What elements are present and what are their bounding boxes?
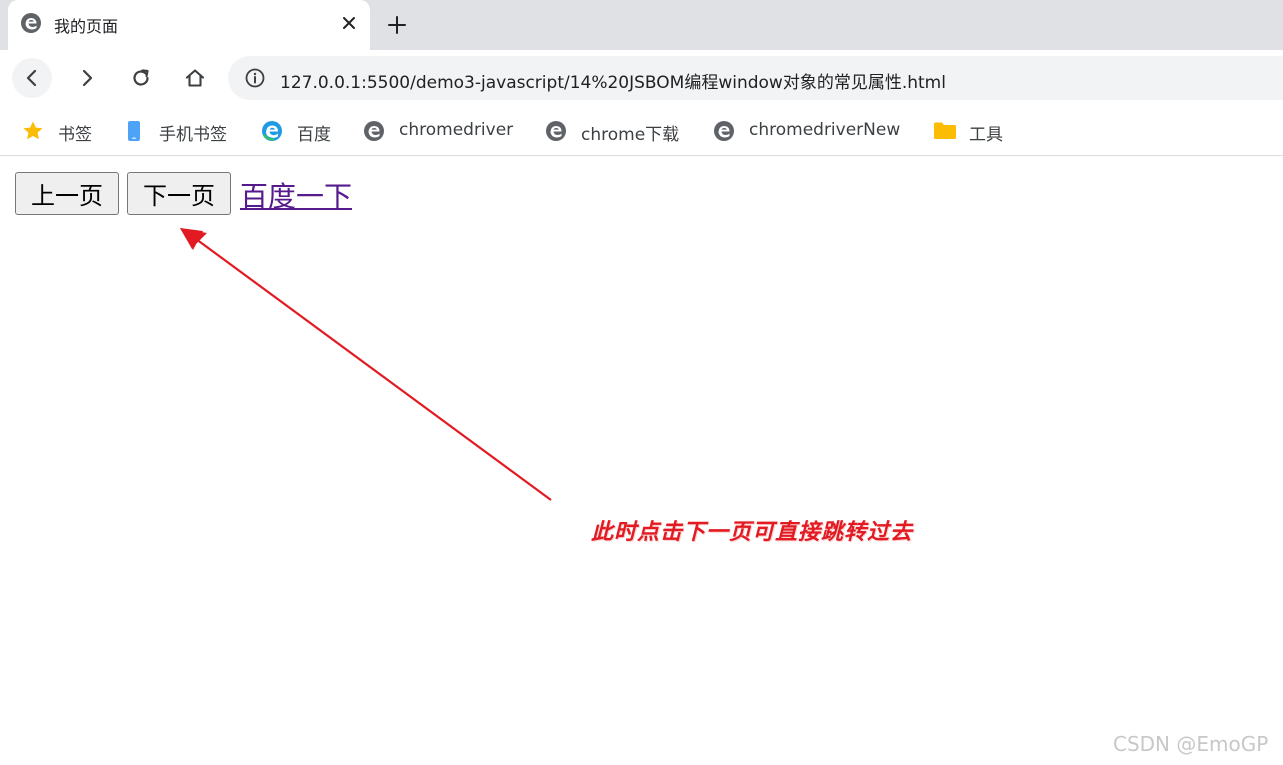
page-content: 上一页 下一页 百度一下 此时点击下一页可直接跳转过去 CSDN @EmoGP (0, 157, 1283, 765)
info-icon[interactable] (244, 67, 266, 89)
bookmark-label: 工具 (969, 125, 1003, 145)
bookmark-label: 百度 (297, 125, 331, 145)
bookmark-label: 书签 (58, 125, 92, 145)
forward-button[interactable] (67, 58, 107, 98)
annotation-text: 此时点击下一页可直接跳转过去 (591, 519, 914, 545)
bookmark-item-chromedriver-new[interactable]: chromedriverNew (713, 116, 913, 146)
new-tab-plus-icon[interactable] (384, 12, 410, 38)
bookmarks-bar: 书签 手机书签 百度 chromedriver chrome下载 chromed… (0, 106, 1283, 156)
reload-icon (133, 69, 149, 86)
toolbar: 127.0.0.1:5500/demo3-javascript/14%20JSB… (0, 50, 1283, 106)
close-icon[interactable] (338, 12, 360, 34)
edge-e-icon (364, 121, 384, 141)
bookmark-label: chromedriver (399, 120, 514, 140)
bookmark-item-bookmarks[interactable]: 书签 (22, 116, 102, 146)
reload-button[interactable] (121, 58, 161, 98)
url-text[interactable]: 127.0.0.1:5500/demo3-javascript/14%20JSB… (280, 68, 946, 93)
bookmark-label: chrome下载 (581, 125, 680, 145)
bookmark-item-chrome-download[interactable]: chrome下载 (545, 116, 695, 146)
bookmark-item-chromedriver[interactable]: chromedriver (363, 116, 523, 146)
arrow-back-icon (26, 69, 37, 87)
home-button[interactable] (175, 58, 215, 98)
phone-icon (128, 121, 140, 141)
tab-title: 我的页面 (54, 17, 119, 36)
address-bar[interactable]: 127.0.0.1:5500/demo3-javascript/14%20JSB… (228, 56, 1283, 100)
edge-e-icon (21, 13, 41, 33)
annotation-arrow (180, 228, 552, 501)
bookmark-label: chromedriverNew (749, 120, 901, 140)
bookmark-label: 手机书签 (159, 125, 227, 145)
tab-strip: 我的页面 (0, 0, 1283, 50)
folder-icon (934, 122, 956, 139)
bookmark-item-mobile[interactable]: 手机书签 (123, 116, 238, 146)
edge-e-icon (714, 121, 734, 141)
bookmark-item-baidu[interactable]: 百度 (261, 116, 341, 146)
arrow-forward-icon (82, 69, 93, 87)
star-icon (23, 121, 43, 140)
edge-icon (262, 121, 282, 141)
bookmark-item-tools[interactable]: 工具 (933, 116, 1013, 146)
tab-my-page[interactable]: 我的页面 (8, 0, 370, 50)
browser-window: 我的页面 127.0.0.1:5500/demo3-javascript/14%… (0, 0, 1283, 765)
back-button[interactable] (12, 58, 52, 98)
watermark: CSDN @EmoGP (1113, 732, 1269, 756)
home-icon (185, 69, 205, 87)
edge-e-icon (546, 121, 566, 141)
